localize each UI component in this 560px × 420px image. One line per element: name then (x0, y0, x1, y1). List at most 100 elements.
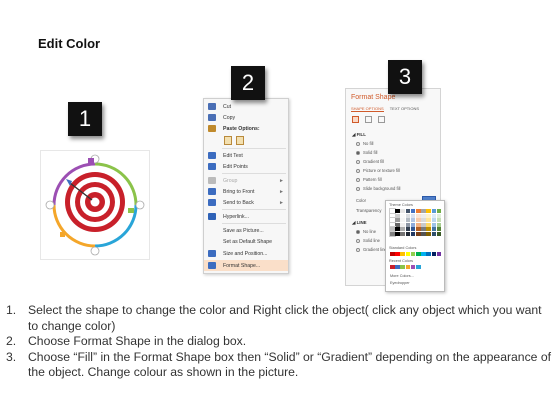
color-swatch[interactable] (421, 252, 426, 256)
color-swatch[interactable] (405, 218, 411, 223)
fill-option-pattern-fill[interactable]: Pattern fill (356, 177, 382, 182)
tab-shape-options[interactable]: SHAPE OPTIONS (351, 106, 384, 112)
color-swatch[interactable] (395, 231, 400, 236)
color-swatch[interactable] (421, 222, 426, 227)
color-swatch[interactable] (390, 252, 395, 256)
color-swatch[interactable] (426, 227, 431, 232)
color-swatch[interactable] (431, 227, 437, 232)
standard-color-grid[interactable] (390, 252, 442, 256)
menu-item-edit-text[interactable]: Edit Text (204, 150, 288, 161)
tab-text-options[interactable]: TEXT OPTIONS (390, 106, 419, 111)
paste-picture-icon[interactable] (236, 136, 244, 145)
menu-item-size-and-position[interactable]: Size and Position... (204, 248, 288, 259)
context-menu[interactable]: Cut Copy Paste Options: Edit Text Edit P… (203, 98, 289, 274)
size-properties-icon[interactable] (378, 116, 385, 123)
target-diagram[interactable] (40, 150, 150, 260)
color-swatch[interactable] (421, 227, 426, 232)
more-colors-link[interactable]: More Colors... (390, 274, 414, 278)
color-swatch[interactable] (405, 231, 411, 236)
line-option-solid-line[interactable]: Solid line (356, 238, 380, 243)
color-swatch[interactable] (436, 218, 442, 223)
color-swatch[interactable] (405, 252, 411, 256)
fill-option-solid-fill[interactable]: Solid fill (356, 150, 377, 155)
color-swatch[interactable] (431, 213, 437, 218)
menu-item-bring-to-front[interactable]: Bring to Front ► (204, 186, 288, 197)
color-swatch[interactable] (405, 265, 411, 269)
color-swatch[interactable] (436, 231, 442, 236)
color-swatch[interactable] (395, 265, 400, 269)
color-swatch[interactable] (410, 209, 416, 213)
color-swatch[interactable] (410, 213, 416, 218)
color-swatch[interactable] (400, 252, 405, 256)
color-swatch[interactable] (410, 218, 416, 223)
color-swatch[interactable] (415, 231, 421, 236)
color-swatch[interactable] (389, 226, 396, 233)
menu-item-cut[interactable]: Cut (204, 101, 288, 112)
color-swatch[interactable] (431, 218, 437, 223)
recent-color-grid[interactable] (390, 265, 441, 269)
color-swatch[interactable] (410, 265, 416, 269)
fill-option-slide-background[interactable]: Slide background fill (356, 186, 400, 191)
color-swatch[interactable] (415, 213, 421, 218)
color-swatch[interactable] (436, 213, 442, 218)
fill-option-picture-fill[interactable]: Picture or texture fill (356, 168, 400, 173)
fill-section-header[interactable]: ◢ FILL (352, 132, 366, 138)
color-swatch[interactable] (410, 227, 416, 232)
color-swatch[interactable] (410, 252, 416, 256)
color-swatch[interactable] (421, 209, 426, 213)
eyedropper-link[interactable]: Eyedropper (390, 281, 410, 285)
color-swatch[interactable] (389, 208, 396, 214)
color-swatch[interactable] (436, 252, 442, 256)
color-palette-dropdown[interactable]: Theme Colors Standard Colors Recent Colo… (385, 200, 445, 292)
color-swatch[interactable] (400, 209, 405, 213)
effects-icon[interactable] (365, 116, 372, 123)
color-swatch[interactable] (400, 227, 405, 232)
fill-option-gradient-fill[interactable]: Gradient fill (356, 159, 384, 164)
color-swatch[interactable] (436, 227, 442, 232)
color-swatch[interactable] (431, 231, 437, 236)
color-swatch[interactable] (426, 213, 431, 218)
color-swatch[interactable] (426, 222, 431, 227)
color-swatch[interactable] (405, 213, 411, 218)
theme-color-grid[interactable] (389, 208, 442, 237)
color-swatch[interactable] (436, 209, 442, 213)
color-swatch[interactable] (421, 213, 426, 218)
color-swatch[interactable] (405, 209, 411, 213)
menu-item-save-as-picture[interactable]: Save as Picture... (204, 225, 288, 236)
color-swatch[interactable] (400, 231, 405, 236)
line-option-no-line[interactable]: No line (356, 229, 376, 234)
color-swatch[interactable] (421, 231, 426, 236)
color-swatch[interactable] (426, 252, 431, 256)
color-swatch[interactable] (390, 265, 395, 269)
color-swatch[interactable] (389, 217, 396, 224)
color-swatch[interactable] (415, 227, 421, 232)
color-swatch[interactable] (426, 209, 431, 213)
color-swatch[interactable] (400, 218, 405, 223)
color-swatch[interactable] (415, 252, 421, 256)
color-swatch[interactable] (395, 252, 400, 256)
line-option-gradient-line[interactable]: Gradient line (356, 247, 387, 252)
color-swatch[interactable] (405, 222, 411, 227)
color-swatch[interactable] (431, 222, 437, 227)
color-swatch[interactable] (415, 209, 421, 213)
color-swatch[interactable] (389, 221, 396, 228)
menu-item-edit-points[interactable]: Edit Points (204, 161, 288, 172)
color-swatch[interactable] (395, 222, 400, 227)
color-swatch[interactable] (426, 231, 431, 236)
color-swatch[interactable] (415, 265, 421, 269)
fill-line-icon[interactable] (352, 116, 359, 123)
color-swatch[interactable] (395, 213, 400, 218)
color-swatch[interactable] (395, 218, 400, 223)
menu-item-hyperlink[interactable]: Hyperlink... (204, 211, 288, 222)
menu-item-copy[interactable]: Copy (204, 112, 288, 123)
color-swatch[interactable] (400, 213, 405, 218)
paste-option-buttons[interactable] (224, 136, 244, 145)
color-swatch[interactable] (395, 227, 400, 232)
menu-item-format-shape[interactable]: Format Shape... (204, 260, 288, 271)
color-swatch[interactable] (395, 209, 400, 213)
color-swatch[interactable] (415, 218, 421, 223)
color-swatch[interactable] (426, 218, 431, 223)
paste-keep-format-icon[interactable] (224, 136, 232, 145)
color-swatch[interactable] (415, 222, 421, 227)
color-swatch[interactable] (400, 265, 405, 269)
